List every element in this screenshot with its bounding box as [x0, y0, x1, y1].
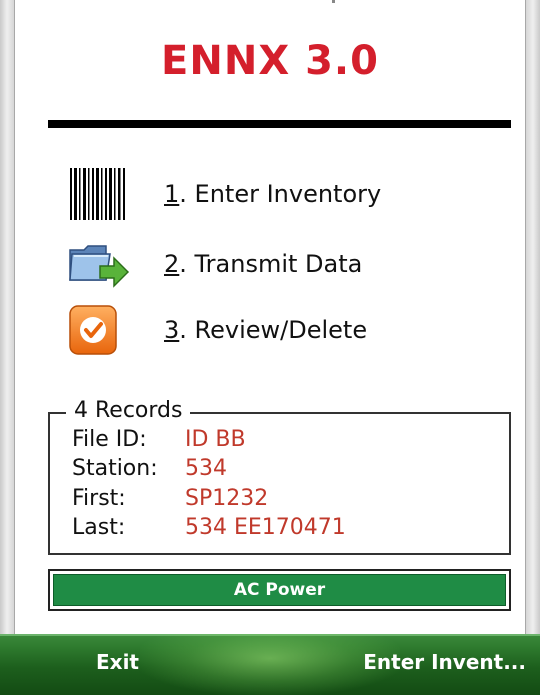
record-label: First:	[72, 486, 126, 511]
menu-label-enter-inventory: 1. Enter Inventory	[164, 180, 382, 208]
record-row-file-id: File ID: ID BB	[72, 427, 246, 455]
menu-label-review-delete: 3. Review/Delete	[164, 316, 368, 344]
title-divider	[48, 120, 511, 128]
record-value: ID BB	[185, 427, 246, 452]
menu-label-transmit-data: 2. Transmit Data	[164, 250, 363, 278]
barcode-icon	[66, 166, 134, 222]
record-value: 534 EE170471	[185, 515, 346, 540]
menu-item-enter-inventory[interactable]: 1. Enter Inventory	[66, 166, 466, 222]
menu-item-transmit-data[interactable]: 2. Transmit Data	[66, 236, 466, 292]
window-left-edge	[0, 0, 15, 640]
records-count-legend: 4 Records	[66, 398, 191, 423]
power-status-box: AC Power	[48, 569, 511, 611]
window-top-marker	[332, 0, 335, 3]
record-row-last: Last: 534 EE170471	[72, 515, 346, 543]
record-value: 534	[185, 456, 227, 481]
menu-item-review-delete[interactable]: 3. Review/Delete	[66, 302, 466, 358]
record-row-first: First: SP1232	[72, 486, 268, 514]
enter-inventory-softkey[interactable]: Enter Invent...	[363, 650, 526, 674]
folder-transfer-icon	[66, 236, 134, 292]
power-status-bar: AC Power	[53, 574, 506, 606]
app-window: ENNX 3.0 1. Enter Inventory 2. Transmit …	[0, 0, 540, 695]
record-label: Station:	[72, 456, 158, 481]
app-title: ENNX 3.0	[161, 38, 379, 84]
window-right-edge	[525, 0, 540, 640]
record-label: Last:	[72, 515, 126, 540]
checkmark-icon	[66, 302, 134, 358]
record-value: SP1232	[185, 486, 269, 511]
exit-softkey[interactable]: Exit	[96, 650, 139, 674]
record-label: File ID:	[72, 427, 147, 452]
record-row-station: Station: 534	[72, 456, 227, 484]
